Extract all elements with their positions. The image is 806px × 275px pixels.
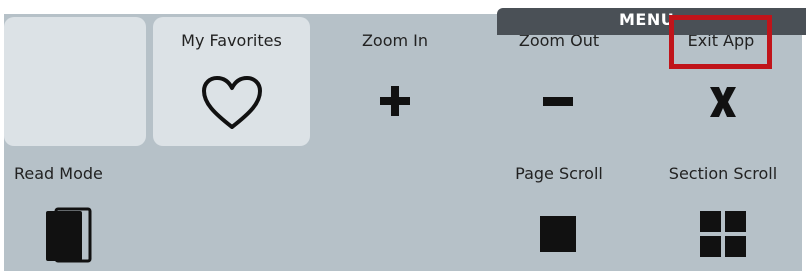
section-scroll-label: Section Scroll xyxy=(668,164,778,183)
my-favorites-label: My Favorites xyxy=(181,31,282,50)
heart-icon xyxy=(202,76,262,129)
minus-icon xyxy=(543,97,573,106)
read-mode-label: Read Mode xyxy=(14,164,103,183)
blank-tile xyxy=(4,17,146,146)
zoom-out-button[interactable]: Zoom Out xyxy=(494,17,624,146)
book-icon xyxy=(46,207,92,263)
read-mode-button[interactable]: Read Mode xyxy=(4,155,134,271)
page-scroll-label: Page Scroll xyxy=(515,164,603,183)
plus-icon xyxy=(380,86,410,116)
x-icon xyxy=(710,87,736,117)
section-scroll-button[interactable]: Section Scroll xyxy=(656,155,790,271)
zoom-in-label: Zoom In xyxy=(361,31,429,50)
menu-title: MENU xyxy=(619,10,675,29)
page-scroll-button[interactable]: Page Scroll xyxy=(494,155,624,271)
exit-app-button[interactable]: Exit App xyxy=(656,17,786,146)
zoom-in-button[interactable]: Zoom In xyxy=(330,17,460,146)
square-icon xyxy=(540,216,576,252)
grid-icon xyxy=(700,211,746,257)
my-favorites-button[interactable]: My Favorites xyxy=(153,17,310,146)
